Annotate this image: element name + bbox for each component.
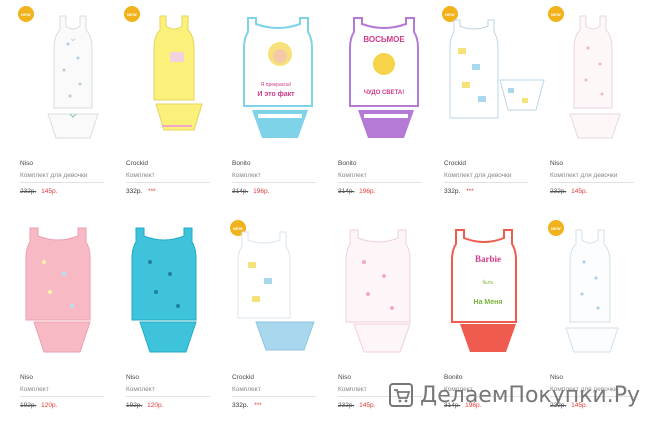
print-text: Я прекрасна! <box>261 82 291 88</box>
divider <box>232 396 316 397</box>
old-price: 232р. <box>20 188 37 195</box>
product-image[interactable]: Barbie быть На Меня <box>444 222 550 362</box>
old-price: 314р. <box>232 188 249 195</box>
product-image[interactable] <box>232 222 338 362</box>
product-card[interactable]: NEW Crockid Комплект 332р. *** <box>230 220 338 422</box>
print-text: быть <box>482 280 494 286</box>
price: 192р. 120р. <box>126 402 163 409</box>
price: 232р. 145р. <box>338 402 375 409</box>
price: 232р. 145р. <box>20 188 57 195</box>
divider <box>126 182 210 183</box>
product-card[interactable]: NEW Crockid Комплект 332р. *** <box>124 6 232 208</box>
sale-price: 145р. <box>41 188 58 195</box>
product-card[interactable]: NEW Crockid Комплект для девочки 332р. *… <box>442 6 550 208</box>
divider <box>550 182 634 183</box>
price-value: 332р. <box>126 188 143 195</box>
price: 314р. 196р. <box>232 188 269 195</box>
product-image[interactable]: Я прекрасна! И это факт <box>232 8 338 148</box>
divider <box>338 182 422 183</box>
brand-name[interactable]: Niso <box>126 374 139 381</box>
price-stars: *** <box>466 188 474 195</box>
product-subtitle: Комплект <box>126 172 155 179</box>
product-card[interactable]: Я прекрасна! И это факт Bonito Комплект … <box>232 8 338 208</box>
print-text: ЧУДО СВЕТА! <box>364 90 405 96</box>
price: 332р. *** <box>444 188 474 195</box>
divider <box>444 182 528 183</box>
watermark-text: ДелаемПокупки.Ру <box>420 382 640 408</box>
price-stars: *** <box>254 402 262 409</box>
brand-name[interactable]: Niso <box>20 160 33 167</box>
brand-name[interactable]: Crockid <box>126 160 148 167</box>
product-card[interactable]: Niso Комплект 192р. 120р. <box>20 222 126 422</box>
brand-name[interactable]: Bonito <box>232 160 250 167</box>
product-subtitle: Комплект для девочки <box>550 172 618 179</box>
sale-price: 120р. <box>147 402 164 409</box>
product-image[interactable] <box>20 222 126 362</box>
product-image[interactable] <box>126 8 232 148</box>
print-text: На Меня <box>474 299 503 306</box>
product-image[interactable]: ВОСЬМОЕ ЧУДО СВЕТА! <box>338 8 444 148</box>
product-image[interactable] <box>338 222 444 362</box>
price-value: 332р. <box>444 188 461 195</box>
product-subtitle: Комплект <box>232 172 261 179</box>
divider <box>126 396 210 397</box>
product-card[interactable]: Niso Комплект 192р. 120р. <box>126 222 232 422</box>
product-card[interactable]: NEW Niso Комплект для девочки 232р. 145р… <box>18 6 126 208</box>
brand-name[interactable]: Niso <box>550 374 563 381</box>
price: 332р. *** <box>126 188 156 195</box>
product-subtitle: Комплект <box>232 386 261 393</box>
divider <box>232 182 316 183</box>
product-image[interactable] <box>20 8 126 148</box>
product-image[interactable] <box>444 8 550 148</box>
brand-name[interactable]: Niso <box>550 160 563 167</box>
old-price: 314р. <box>338 188 355 195</box>
print-text: И это факт <box>257 91 295 98</box>
price: 232р. 145р. <box>550 188 587 195</box>
product-subtitle: Комплект <box>126 386 155 393</box>
product-subtitle: Комплект <box>338 386 367 393</box>
sale-price: 120р. <box>41 402 58 409</box>
product-image[interactable] <box>126 222 232 362</box>
shopping-cart-icon <box>389 383 414 407</box>
product-subtitle: Комплект <box>338 172 367 179</box>
old-price: 192р. <box>126 402 143 409</box>
price: 314р. 196р. <box>338 188 375 195</box>
product-subtitle: Комплект для девочки <box>20 172 88 179</box>
brand-name[interactable]: Crockid <box>232 374 254 381</box>
sale-price: 145р. <box>571 188 588 195</box>
product-subtitle: Комплект для девочки <box>444 172 512 179</box>
brand-name[interactable]: Bonito <box>444 374 462 381</box>
site-watermark: ДелаемПокупки.Ру <box>388 382 640 408</box>
brand-name[interactable]: Bonito <box>338 160 356 167</box>
old-price: 232р. <box>338 402 355 409</box>
sale-price: 196р. <box>359 188 376 195</box>
brand-name[interactable]: Niso <box>20 374 33 381</box>
brand-name[interactable]: Crockid <box>444 160 466 167</box>
old-price: 232р. <box>550 188 567 195</box>
divider <box>20 182 104 183</box>
brand-name[interactable]: Niso <box>338 374 351 381</box>
product-card[interactable]: ВОСЬМОЕ ЧУДО СВЕТА! Bonito Комплект 314р… <box>338 8 444 208</box>
price-stars: *** <box>148 188 156 195</box>
print-text: ВОСЬМОЕ <box>363 35 405 44</box>
print-text: Barbie <box>475 254 501 264</box>
product-image[interactable] <box>550 8 650 148</box>
product-card[interactable]: NEW Niso Комплект для девочки 232р. 145р… <box>548 6 650 208</box>
old-price: 192р. <box>20 402 37 409</box>
price: 192р. 120р. <box>20 402 57 409</box>
product-image[interactable] <box>550 222 650 362</box>
price-value: 332р. <box>232 402 249 409</box>
sale-price: 145р. <box>359 402 376 409</box>
sale-price: 196р. <box>253 188 270 195</box>
product-grid: NEW Niso Комплект для девочки 232р. 145р… <box>0 0 650 414</box>
price: 332р. *** <box>232 402 262 409</box>
product-subtitle: Комплект <box>20 386 49 393</box>
divider <box>20 396 104 397</box>
